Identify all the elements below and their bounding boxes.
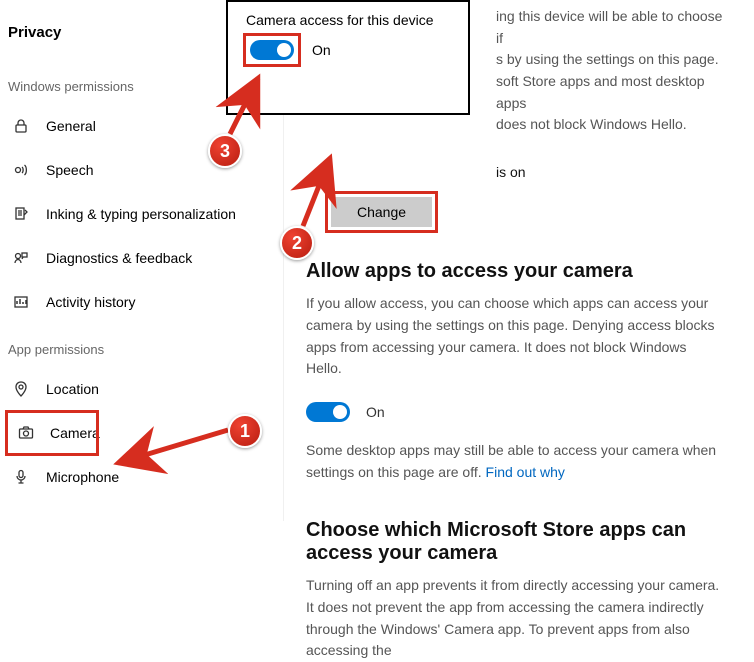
sidebar-item-label: General [46,118,96,134]
allow-apps-heading: Allow apps to access your camera [306,230,724,283]
find-out-why-link[interactable]: Find out why [486,464,565,480]
allow-apps-toggle[interactable] [306,402,350,422]
sidebar-item-activity[interactable]: Activity history [0,280,283,324]
location-icon [12,381,30,397]
change-button-highlight: Change [328,194,435,230]
change-button[interactable]: Change [331,197,432,227]
sidebar-item-inking[interactable]: Inking & typing personalization [0,192,283,236]
section-app-permissions: App permissions [0,324,283,367]
speech-icon [12,162,30,178]
device-access-status: is on [306,136,724,190]
sidebar-item-camera[interactable]: Camera [6,411,98,455]
sidebar-item-label: Diagnostics & feedback [46,250,192,266]
sidebar-item-label: Microphone [46,469,119,485]
sidebar-item-label: Location [46,381,99,397]
annotation-badge-1: 1 [228,414,262,448]
sidebar-item-label: Activity history [46,294,135,310]
sidebar-item-label: Inking & typing personalization [46,206,236,222]
sidebar-item-diagnostics[interactable]: Diagnostics & feedback [0,236,283,280]
annotation-badge-3: 3 [208,134,242,168]
sidebar-item-location[interactable]: Location [0,367,283,411]
inking-icon [12,206,30,222]
lock-icon [12,118,30,134]
microphone-icon [12,469,30,485]
camera-access-popup: Camera access for this device On [226,0,470,115]
feedback-icon [12,250,30,266]
desktop-apps-note: Some desktop apps may still be able to a… [306,422,724,483]
sidebar-item-microphone[interactable]: Microphone [0,455,283,499]
annotation-badge-2: 2 [280,226,314,260]
sidebar-item-label: Camera [50,425,100,441]
allow-apps-toggle-label: On [366,404,385,420]
popup-toggle-label: On [312,42,331,58]
camera-icon [18,425,34,441]
popup-device-toggle[interactable] [250,40,294,60]
activity-icon [12,294,30,310]
popup-toggle-highlight [246,36,298,64]
choose-apps-description: Turning off an app prevents it from dire… [306,565,724,662]
popup-title: Camera access for this device [246,12,456,28]
allow-apps-description: If you allow access, you can choose whic… [306,283,724,380]
choose-apps-heading: Choose which Microsoft Store apps can ac… [306,483,724,565]
sidebar-item-label: Speech [46,162,93,178]
